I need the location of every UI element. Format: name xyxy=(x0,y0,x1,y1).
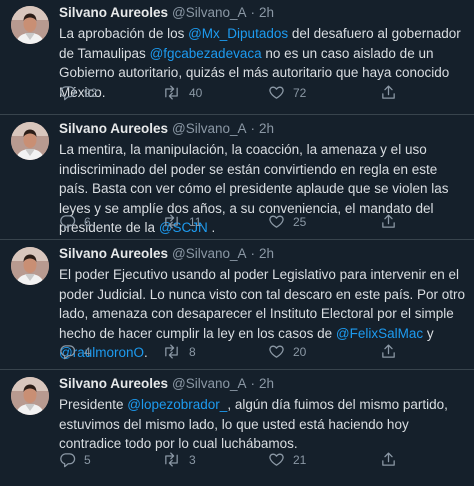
retweet-button[interactable]: 3 xyxy=(162,451,196,468)
tweet-text: Presidente @lopezobrador_, algún día fui… xyxy=(59,395,465,454)
tweet[interactable]: Silvano Aureoles @Silvano_A · 2h La aprobaci… xyxy=(0,0,474,112)
tweet-header: Silvano Aureoles @Silvano_A · 2h xyxy=(59,246,274,261)
retweet-count: 3 xyxy=(189,452,196,467)
separator: · xyxy=(250,121,256,136)
like-count: 72 xyxy=(293,85,307,100)
separator: · xyxy=(250,5,256,20)
tweet-text-segment: Presidente xyxy=(59,397,128,412)
tweet[interactable]: Silvano Aureoles @Silvano_A · 2h La mentira,… xyxy=(0,116,474,235)
tweet-time[interactable]: 2h xyxy=(259,121,274,136)
author-handle: @Silvano_A xyxy=(172,376,247,391)
like-icon xyxy=(268,451,285,468)
author-handle: @Silvano_A xyxy=(172,5,247,20)
retweet-button[interactable]: 11 xyxy=(162,213,201,230)
retweet-icon xyxy=(162,213,181,230)
author-name[interactable]: Silvano Aureoles xyxy=(59,376,168,391)
reply-count: 5 xyxy=(84,452,91,467)
share-icon xyxy=(380,213,397,230)
mention-link[interactable]: @fgcabezadevaca xyxy=(150,46,262,61)
avatar[interactable] xyxy=(11,247,49,285)
tweet-actions: 6 11 25 xyxy=(59,213,439,233)
retweet-button[interactable]: 40 xyxy=(162,84,202,101)
like-button[interactable]: 25 xyxy=(268,213,306,230)
author-name[interactable]: Silvano Aureoles xyxy=(59,5,168,20)
tweet-text-segment: La aprobación de los xyxy=(59,26,189,41)
author-handle: @Silvano_A xyxy=(172,121,247,136)
tweet[interactable]: Silvano Aureoles @Silvano_A · 2h Presidente … xyxy=(0,371,474,483)
like-count: 20 xyxy=(293,344,307,359)
like-button[interactable]: 21 xyxy=(268,451,306,468)
reply-icon xyxy=(59,213,76,230)
tweet-header: Silvano Aureoles @Silvano_A · 2h xyxy=(59,121,274,136)
like-icon xyxy=(268,84,285,101)
reply-icon xyxy=(59,343,76,360)
reply-count: 6 xyxy=(84,214,91,229)
retweet-count: 8 xyxy=(189,344,196,359)
like-icon xyxy=(268,213,285,230)
share-icon xyxy=(380,343,397,360)
share-button[interactable] xyxy=(380,451,397,468)
reply-button[interactable]: 4 xyxy=(59,343,91,360)
retweet-count: 40 xyxy=(189,85,203,100)
author-name[interactable]: Silvano Aureoles xyxy=(59,246,168,261)
reply-icon xyxy=(59,84,76,101)
avatar[interactable] xyxy=(11,377,49,415)
tweet-header: Silvano Aureoles @Silvano_A · 2h xyxy=(59,376,274,391)
tweet-time[interactable]: 2h xyxy=(259,246,274,261)
tweet-actions: 4 8 20 xyxy=(59,343,439,363)
tweet-thread: Silvano Aureoles @Silvano_A · 2h La aprobaci… xyxy=(0,0,474,486)
tweet-header: Silvano Aureoles @Silvano_A · 2h xyxy=(59,5,274,20)
retweet-icon xyxy=(162,343,181,360)
retweet-button[interactable]: 8 xyxy=(162,343,196,360)
reply-count: 92 xyxy=(84,85,98,100)
retweet-icon xyxy=(162,451,181,468)
retweet-icon xyxy=(162,84,181,101)
separator: · xyxy=(250,246,256,261)
avatar[interactable] xyxy=(11,122,49,160)
share-button[interactable] xyxy=(380,213,397,230)
like-count: 21 xyxy=(293,452,307,467)
tweet-divider xyxy=(0,369,474,370)
reply-button[interactable]: 6 xyxy=(59,213,91,230)
tweet-divider xyxy=(0,239,474,240)
like-count: 25 xyxy=(293,214,307,229)
share-button[interactable] xyxy=(380,84,397,101)
tweet[interactable]: Silvano Aureoles @Silvano_A · 2h El poder Ej… xyxy=(0,241,474,360)
separator: · xyxy=(250,376,256,391)
share-icon xyxy=(380,84,397,101)
tweet-time[interactable]: 2h xyxy=(259,376,274,391)
share-button[interactable] xyxy=(380,343,397,360)
tweet-actions: 92 40 72 xyxy=(59,84,439,104)
mention-link[interactable]: @lopezobrador_ xyxy=(127,397,227,412)
reply-button[interactable]: 92 xyxy=(59,84,97,101)
reply-button[interactable]: 5 xyxy=(59,451,91,468)
retweet-count: 11 xyxy=(189,214,202,229)
like-icon xyxy=(268,343,285,360)
author-name[interactable]: Silvano Aureoles xyxy=(59,121,168,136)
avatar[interactable] xyxy=(11,6,49,44)
like-button[interactable]: 72 xyxy=(268,84,306,101)
mention-link[interactable]: @FelixSalMac xyxy=(336,326,423,341)
tweet-actions: 5 3 21 xyxy=(59,451,439,471)
share-icon xyxy=(380,451,397,468)
tweet-divider xyxy=(0,114,474,115)
reply-count: 4 xyxy=(84,344,91,359)
mention-link[interactable]: @Mx_Diputados xyxy=(188,26,288,41)
like-button[interactable]: 20 xyxy=(268,343,306,360)
author-handle: @Silvano_A xyxy=(172,246,247,261)
tweet-text-segment: y xyxy=(423,325,434,341)
reply-icon xyxy=(59,451,76,468)
tweet-time[interactable]: 2h xyxy=(259,5,274,20)
